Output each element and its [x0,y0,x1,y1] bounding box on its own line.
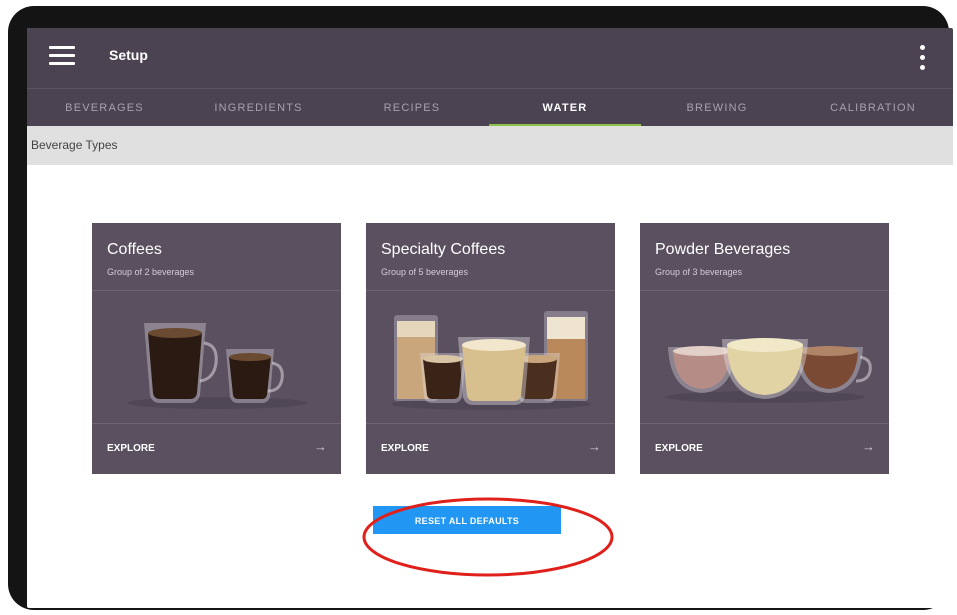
card-title: Coffees [107,241,162,258]
hamburger-menu-icon[interactable] [49,46,75,66]
arrow-right-icon[interactable]: → [314,439,327,454]
tab-beverages[interactable]: BEVERAGES [27,89,182,127]
divider [92,423,341,424]
app-bar: Setup [27,28,953,88]
arrow-right-icon[interactable]: → [862,439,875,454]
arrow-right-icon[interactable]: → [588,439,601,454]
explore-link[interactable]: EXPLORE [655,443,703,454]
tab-ingredients[interactable]: INGREDIENTS [182,89,335,127]
specialty-coffees-image [391,311,591,410]
card-subtitle: Group of 2 beverages [107,267,195,277]
card-coffees[interactable]: Coffees Group of 2 beverages EXPLORE → [92,223,341,474]
coffees-image [127,323,307,409]
card-subtitle: Group of 3 beverages [655,267,743,277]
section-label: Beverage Types [31,138,118,152]
card-subtitle: Group of 5 beverages [381,267,469,277]
explore-link[interactable]: EXPLORE [107,443,155,454]
more-options-icon[interactable] [917,45,927,71]
divider [640,423,889,424]
tab-water[interactable]: WATER [489,89,641,127]
tab-bar: BEVERAGES INGREDIENTS RECIPES WATER BREW… [27,88,953,127]
card-title: Powder Beverages [655,241,791,258]
tab-brewing[interactable]: BREWING [641,89,793,127]
powder-beverages-image [665,338,872,403]
subheader: Beverage Types [27,126,953,165]
page-title: Setup [109,47,148,63]
card-title: Specialty Coffees [381,241,506,258]
divider [366,423,615,424]
tab-recipes[interactable]: RECIPES [335,89,489,127]
tab-calibration[interactable]: CALIBRATION [793,89,953,127]
card-specialty-coffees[interactable]: Specialty Coffees Group of 5 beverages E… [366,223,615,474]
card-powder-beverages[interactable]: Powder Beverages Group of 3 beverages EX… [640,223,889,474]
explore-link[interactable]: EXPLORE [381,443,429,454]
reset-all-defaults-button[interactable]: RESET ALL DEFAULTS [373,506,561,534]
